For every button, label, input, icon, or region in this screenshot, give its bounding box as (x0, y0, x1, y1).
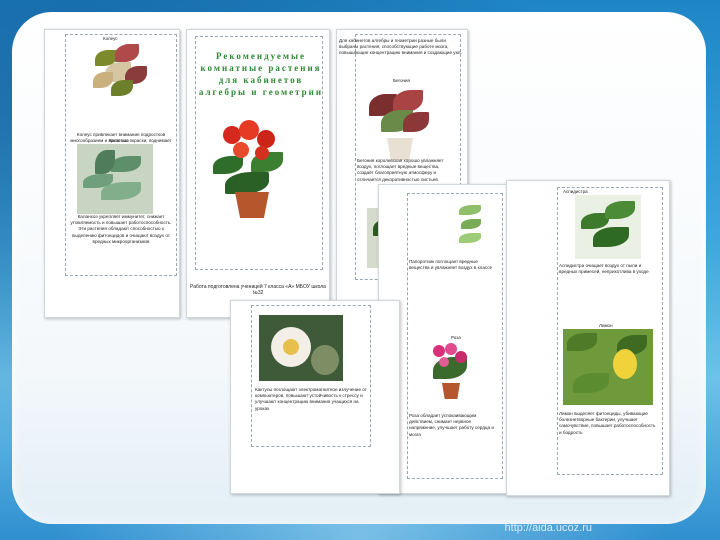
page-coleus-kalanchoe: Колеус Колеус привлекает внимание подрос… (44, 29, 180, 318)
fern-image (457, 201, 485, 247)
aspidistra-caption: Аспидистра (563, 189, 588, 194)
aspidistra-image (575, 195, 641, 259)
aspidistra-text: Аспидистра очищает воздух от пыли и вред… (559, 263, 649, 275)
cactus-image (259, 315, 343, 381)
page-title-text: Рекомендуемые комнатные растения для каб… (198, 51, 324, 97)
begonia-text: Бегония королевская хорошо увлажняет воз… (357, 158, 444, 182)
rose-text: Роза обладает успокаивающим действием, с… (409, 413, 494, 437)
begonia-caption: Бегония (393, 78, 410, 83)
page-title: Рекомендуемые комнатные растения для каб… (186, 29, 330, 318)
kalanchoe-image (77, 144, 153, 214)
lemon-image (563, 329, 653, 405)
cactus-text: Кактусы поглощают электромагнитное излуч… (255, 387, 367, 411)
coleus-caption: Колеус (103, 36, 118, 41)
lemon-caption: Лимон (599, 323, 613, 328)
rose-image (425, 343, 475, 403)
watermark-url: http://aida.ucoz.ru (504, 522, 592, 534)
fern-text: Папоротник поглощает вредные вещества и … (409, 259, 493, 271)
coleus-image (91, 42, 149, 98)
kalanchoe-caption: Каланхоэ (109, 138, 129, 143)
rose-caption: Роза (451, 335, 461, 340)
author-credit: Работа подготовлена ученицей 7 класса «А… (190, 284, 326, 297)
kalanchoe-text: Каланхоэ укрепляет иммунитет, снижает ут… (70, 214, 172, 244)
intro-text: Для кабинетов алгебры и геометрии разные… (339, 38, 462, 56)
page-aspidistra-lemon: Аспидистра Аспидистра очищает воздух от … (506, 180, 670, 496)
page-cactus: Кактусы поглощают электромагнитное излуч… (230, 300, 400, 494)
lemon-text: Лимон выделяет фитонциды, убивающие боле… (559, 411, 656, 435)
begonia-red-image (207, 116, 291, 220)
